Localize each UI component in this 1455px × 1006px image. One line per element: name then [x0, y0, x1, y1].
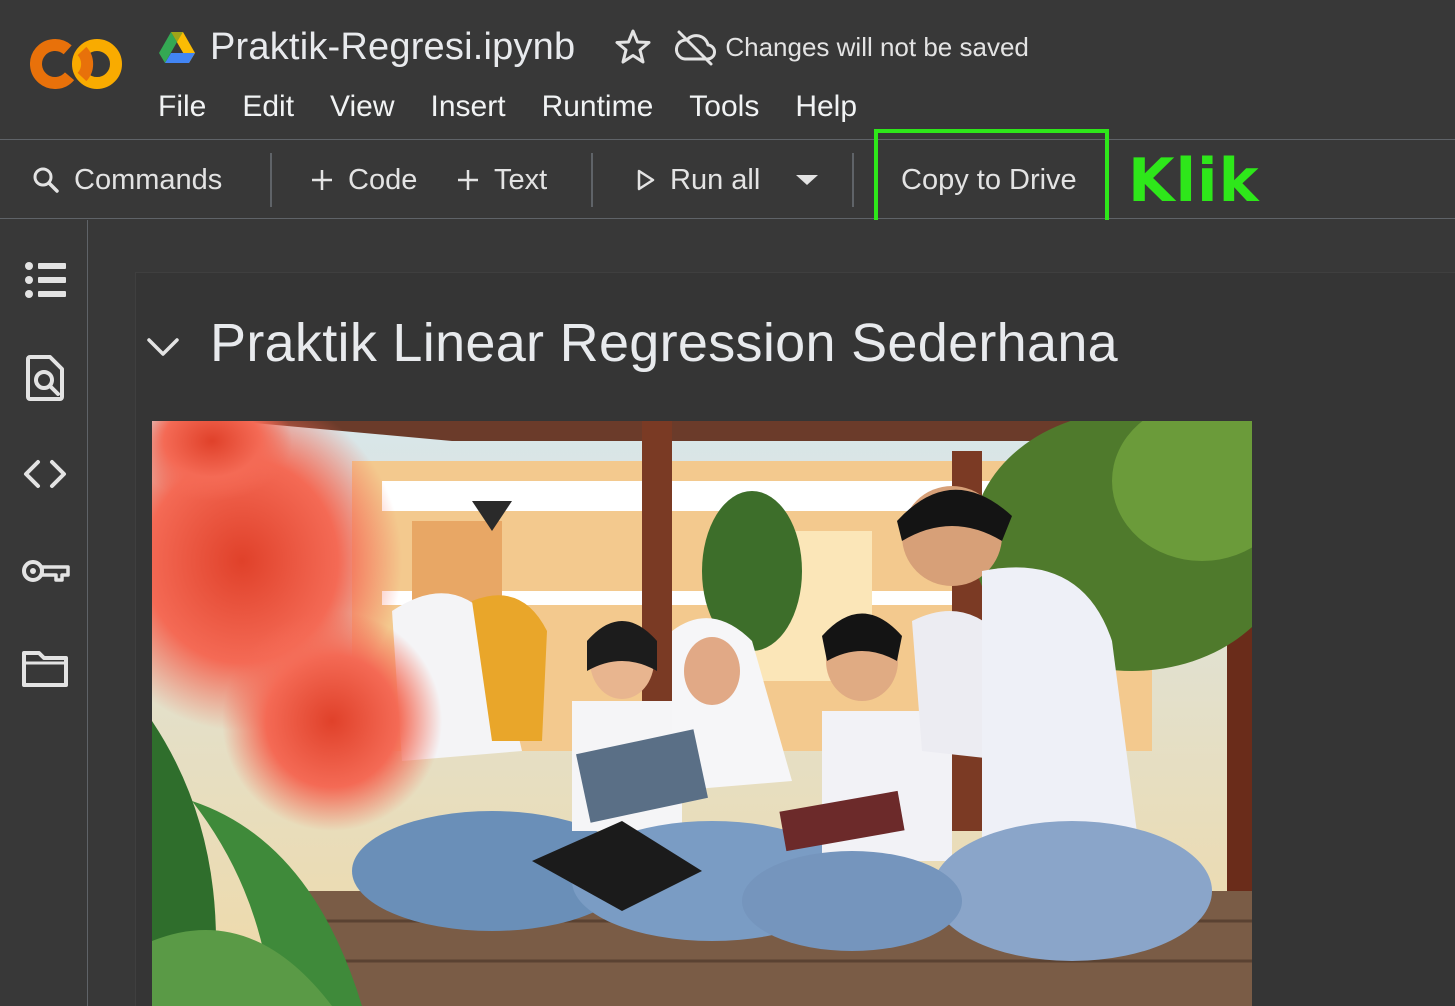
plus-icon — [312, 170, 332, 190]
toolbar-divider — [591, 153, 593, 207]
run-all-button[interactable]: Run all — [636, 141, 760, 219]
cloud-off-icon[interactable] — [673, 27, 717, 67]
colab-logo[interactable] — [30, 36, 122, 92]
toolbar-divider — [852, 153, 854, 207]
search-icon — [33, 167, 59, 193]
run-options-dropdown[interactable] — [794, 141, 820, 219]
find-icon[interactable] — [20, 353, 70, 403]
toc-icon[interactable] — [20, 255, 70, 305]
cell-heading: Praktik Linear Regression Sederhana — [210, 313, 1119, 373]
run-all-label: Run all — [670, 163, 761, 196]
commands-label: Commands — [74, 163, 223, 196]
menu-runtime[interactable]: Runtime — [542, 84, 654, 130]
star-icon[interactable] — [613, 27, 653, 67]
code-label: Code — [348, 163, 418, 196]
plus-icon — [458, 170, 478, 190]
title-row: Praktik-Regresi.ipynb Changes will not b… — [158, 22, 1029, 72]
header: Praktik-Regresi.ipynb Changes will not b… — [0, 0, 1455, 140]
play-icon — [637, 169, 655, 191]
code-snippets-icon[interactable] — [20, 449, 70, 499]
commands-button[interactable]: Commands — [32, 141, 222, 219]
add-code-button[interactable]: Code — [310, 141, 417, 219]
highlight-box — [874, 129, 1109, 233]
chevron-down-icon[interactable] — [145, 332, 181, 362]
menu-tools[interactable]: Tools — [689, 84, 759, 130]
secrets-key-icon[interactable] — [20, 546, 70, 596]
folder-icon[interactable] — [20, 643, 70, 693]
klik-annotation: Klik — [1128, 146, 1260, 216]
caret-down-icon — [796, 175, 818, 185]
text-label: Text — [494, 163, 548, 196]
google-drive-icon[interactable] — [158, 30, 196, 64]
toolbar-divider — [270, 153, 272, 207]
students-photo — [152, 421, 1252, 1006]
menu-edit[interactable]: Edit — [242, 84, 294, 130]
menu-file[interactable]: File — [158, 84, 206, 130]
add-text-button[interactable]: Text — [456, 141, 547, 219]
menu-help[interactable]: Help — [795, 84, 857, 130]
menu-view[interactable]: View — [330, 84, 394, 130]
menu-insert[interactable]: Insert — [431, 84, 506, 130]
left-sidebar — [0, 220, 88, 1006]
notebook-title[interactable]: Praktik-Regresi.ipynb — [210, 26, 575, 69]
menu-bar: File Edit View Insert Runtime Tools Help — [158, 84, 893, 130]
save-status: Changes will not be saved — [725, 31, 1029, 62]
